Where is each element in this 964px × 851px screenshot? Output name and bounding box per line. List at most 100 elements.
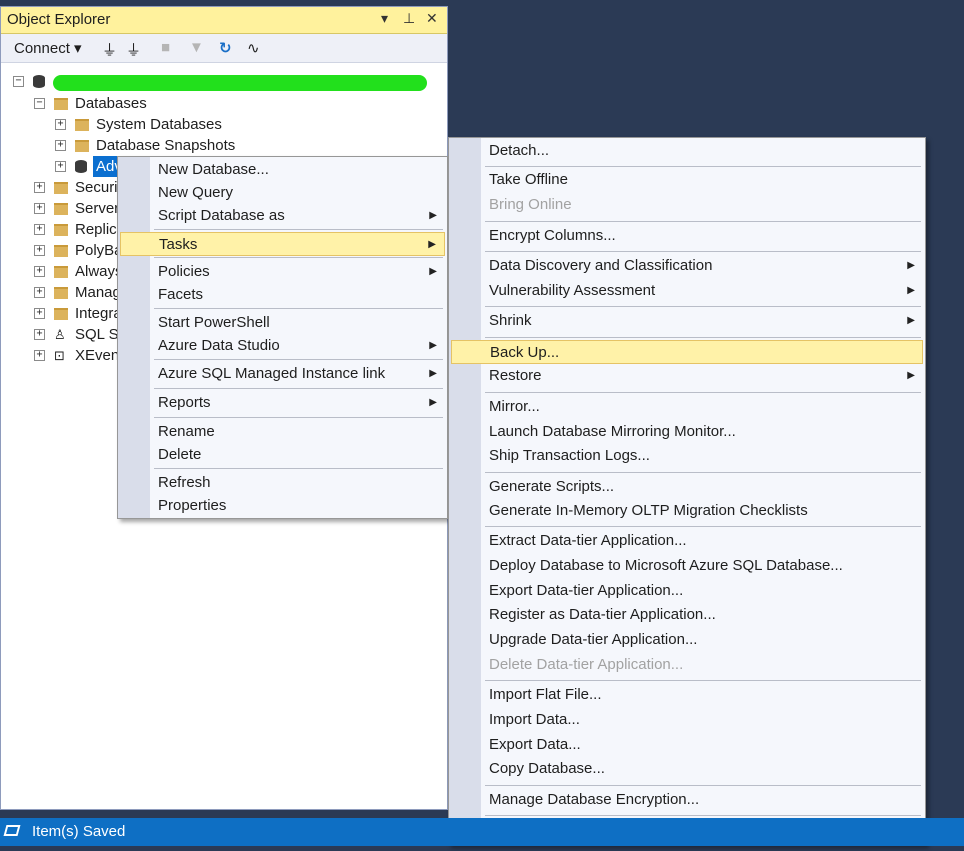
menu-item-label: Generate Scripts... [489,478,615,495]
menu-item-detach[interactable]: Detach... [451,139,923,163]
menu-item-data-discovery-and-classification[interactable]: Data Discovery and Classification ▶ [451,254,923,278]
filter-icon[interactable]: ▼ [189,39,204,56]
menu-item-export-data[interactable]: Export Data... [451,733,923,757]
menu-item-shrink[interactable]: Shrink ▶ [451,309,923,333]
menu-item-facets[interactable]: Facets [120,283,445,307]
collapse-icon[interactable]: − [34,98,45,109]
folder-icon [54,203,68,215]
menu-item-script-database-as[interactable]: Script Database as ▶ [120,204,445,228]
menu-item-take-offline[interactable]: Take Offline [451,168,923,192]
menu-item-label: Export Data... [489,736,581,753]
close-icon[interactable]: ✕ [426,10,438,27]
menu-item-label: Import Flat File... [489,686,602,703]
refresh-icon[interactable]: ↻ [219,39,232,57]
expand-icon[interactable]: + [55,119,66,130]
menu-separator [485,337,921,338]
folder-icon [54,224,68,236]
menu-item-refresh[interactable]: Refresh [120,471,445,495]
menu-item-rename[interactable]: Rename [120,420,445,444]
submenu-arrow-icon: ▶ [428,239,436,250]
menu-item-azure-sql-managed-instance-link[interactable]: Azure SQL Managed Instance link ▶ [120,362,445,386]
database-icon [75,160,87,173]
menu-item-register-as-data-tier-application[interactable]: Register as Data-tier Application... [451,603,923,627]
menu-item-launch-database-mirroring-monitor[interactable]: Launch Database Mirroring Monitor... [451,420,923,444]
menu-separator [154,417,443,418]
menu-item-import-flat-file[interactable]: Import Flat File... [451,683,923,707]
tree-node[interactable]: − Databases [1,93,441,114]
menu-item-label: Shrink [489,312,532,329]
menu-separator [154,257,443,258]
window-position-dropdown-icon[interactable]: ▾ [381,10,388,27]
expand-icon[interactable]: + [34,245,45,256]
pin-icon[interactable]: ⊥ [403,10,415,27]
tree-node[interactable]: + Database Snapshots [1,135,441,156]
connect-button[interactable]: Connect ▾ [14,39,82,57]
expand-icon[interactable]: + [34,203,45,214]
menu-item-label: Reports [158,394,211,411]
menu-item-delete-data-tier-application[interactable]: Delete Data-tier Application... [451,653,923,677]
menu-item-label: New Query [158,184,234,201]
menu-item-label: Facets [158,286,204,303]
menu-item-new-query[interactable]: New Query [120,181,445,205]
expand-icon[interactable]: + [55,161,66,172]
object-explorer-title-bar: Object Explorer ▾ ⊥ ✕ [1,7,447,34]
submenu-arrow-icon: ▶ [907,370,915,381]
menu-separator [154,359,443,360]
folder-icon [75,119,89,131]
menu-item-label: Register as Data-tier Application... [489,606,716,623]
menu-item-azure-data-studio[interactable]: Azure Data Studio ▶ [120,334,445,358]
tasks-submenu: Detach... Take Offline Bring Online Encrypt… [448,137,926,845]
menu-item-import-data[interactable]: Import Data... [451,708,923,732]
menu-item-label: Azure Data Studio [158,337,280,354]
expand-icon[interactable]: + [34,308,45,319]
menu-item-generate-scripts[interactable]: Generate Scripts... [451,475,923,499]
menu-item-back-up[interactable]: Back Up... [451,340,923,364]
menu-separator [485,221,921,222]
disconnect-icon[interactable]: ⏚ [126,39,141,60]
submenu-arrow-icon: ▶ [429,397,437,408]
expand-icon[interactable]: + [55,140,66,151]
expand-icon[interactable]: + [34,287,45,298]
menu-item-label: Bring Online [489,196,572,213]
menu-item-properties[interactable]: Properties [120,494,445,518]
menu-item-bring-online[interactable]: Bring Online [451,193,923,217]
menu-item-tasks[interactable]: Tasks ▶ [120,232,445,256]
menu-item-manage-database-encryption[interactable]: Manage Database Encryption... [451,788,923,812]
menu-item-delete[interactable]: Delete [120,443,445,467]
menu-item-upgrade-data-tier-application[interactable]: Upgrade Data-tier Application... [451,628,923,652]
menu-item-ship-transaction-logs[interactable]: Ship Transaction Logs... [451,444,923,468]
menu-item-copy-database[interactable]: Copy Database... [451,757,923,781]
menu-item-restore[interactable]: Restore ▶ [451,364,923,388]
menu-item-vulnerability-assessment[interactable]: Vulnerability Assessment ▶ [451,279,923,303]
collapse-icon[interactable]: − [13,76,24,87]
menu-item-label: Start PowerShell [158,314,270,331]
status-bar: Item(s) Saved [0,818,964,846]
menu-item-extract-data-tier-application[interactable]: Extract Data-tier Application... [451,529,923,553]
menu-item-policies[interactable]: Policies ▶ [120,260,445,284]
menu-item-label: Vulnerability Assessment [489,282,656,299]
expand-icon[interactable]: + [34,266,45,277]
expand-icon[interactable]: + [34,350,45,361]
tree-node-label: Database Snapshots [96,137,236,154]
menu-item-mirror[interactable]: Mirror... [451,395,923,419]
submenu-arrow-icon: ▶ [429,340,437,351]
menu-item-new-database[interactable]: New Database... [120,158,445,182]
menu-item-label: Extract Data-tier Application... [489,532,687,549]
connect-plug-icon[interactable]: ⏚ [102,39,117,60]
activity-monitor-icon[interactable]: ∿ [247,39,260,57]
menu-separator [154,308,443,309]
menu-item-encrypt-columns[interactable]: Encrypt Columns... [451,224,923,248]
menu-item-start-powershell[interactable]: Start PowerShell [120,311,445,335]
expand-icon[interactable]: + [34,182,45,193]
menu-item-generate-in-memory-oltp-migration-checklists[interactable]: Generate In-Memory OLTP Migration Checkl… [451,499,923,523]
folder-icon [54,266,68,278]
menu-item-deploy-database-to-microsoft-azure-sql-database[interactable]: Deploy Database to Microsoft Azure SQL D… [451,554,923,578]
stop-icon[interactable]: ■ [161,39,170,56]
folder-icon [54,308,68,320]
menu-item-export-data-tier-application[interactable]: Export Data-tier Application... [451,579,923,603]
menu-item-reports[interactable]: Reports ▶ [120,391,445,415]
expand-icon[interactable]: + [34,329,45,340]
expand-icon[interactable]: + [34,224,45,235]
tree-node[interactable]: + System Databases [1,114,441,135]
menu-separator [154,388,443,389]
